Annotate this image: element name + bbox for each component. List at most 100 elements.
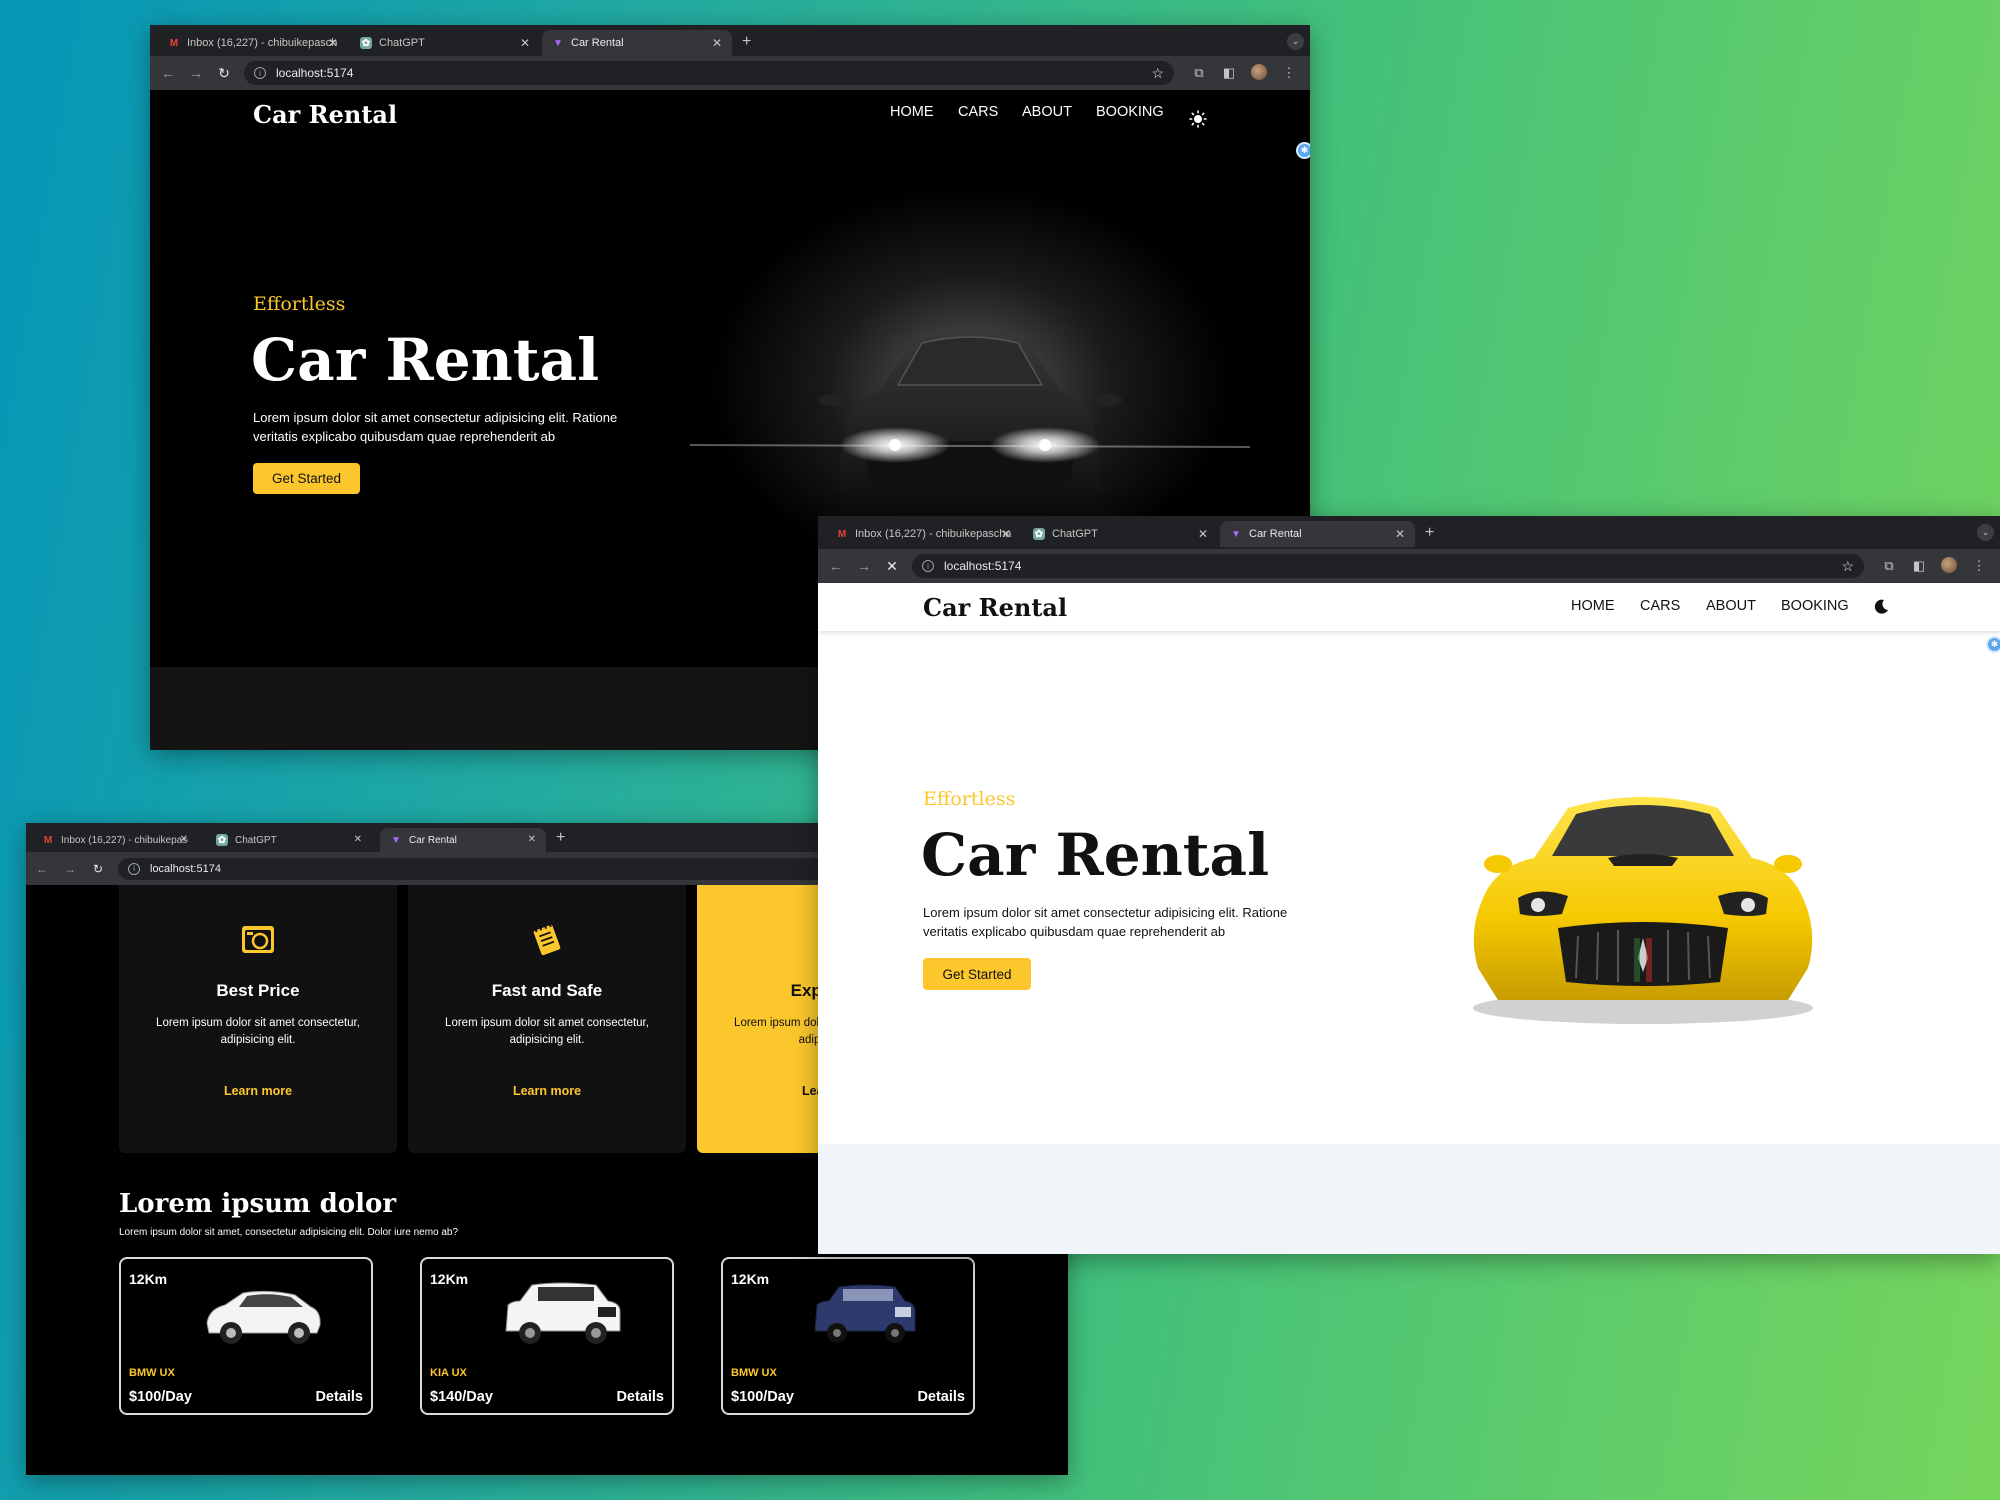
- gmail-icon: M: [837, 528, 847, 540]
- close-tab-icon[interactable]: ✕: [712, 36, 722, 50]
- white-suv-image: [206, 1290, 321, 1344]
- feature-title: Fast and Safe: [491, 981, 603, 1000]
- close-tab-icon[interactable]: ✕: [328, 36, 338, 50]
- hero-car-image: [1473, 797, 1813, 1024]
- get-started-button[interactable]: Get Started: [253, 463, 360, 494]
- learn-more-link[interactable]: Learn more: [408, 1084, 686, 1098]
- chevron-down-icon[interactable]: ⌄: [1287, 33, 1304, 50]
- stop-loading-icon[interactable]: ✕: [878, 558, 906, 575]
- learn-more-link[interactable]: Learn more: [119, 1084, 397, 1098]
- car-price: $100/Day: [731, 1389, 794, 1405]
- new-tab-icon[interactable]: +: [556, 829, 565, 847]
- site-header: Car Rental HOME CARS ABOUT BOOKING: [818, 583, 2000, 631]
- back-icon[interactable]: ←: [28, 862, 56, 876]
- nav-home[interactable]: HOME: [890, 104, 934, 120]
- close-tab-icon[interactable]: ✕: [354, 834, 362, 845]
- close-tab-icon[interactable]: ✕: [520, 36, 530, 50]
- car-card[interactable]: 12Km KIA UX $140/Day Details: [420, 1257, 674, 1415]
- moon-icon[interactable]: [1873, 599, 1889, 615]
- hero-kicker: Effortless: [923, 788, 1016, 810]
- extensions-icon[interactable]: ⧉: [1874, 558, 1904, 574]
- back-icon[interactable]: ←: [154, 65, 182, 81]
- floating-widget-icon[interactable]: ✱: [1296, 142, 1310, 159]
- forward-icon[interactable]: →: [56, 862, 84, 876]
- tab-inbox[interactable]: M Inbox (16,227) - chibuikepaschal ✕: [32, 828, 198, 852]
- close-tab-icon[interactable]: ✕: [180, 834, 188, 845]
- nav-about[interactable]: ABOUT: [1022, 104, 1072, 120]
- car-model: BMW UX: [731, 1367, 777, 1379]
- close-tab-icon[interactable]: ✕: [1198, 527, 1208, 541]
- address-bar[interactable]: i localhost:5174 ☆: [912, 554, 1864, 578]
- forward-icon[interactable]: →: [182, 65, 210, 81]
- nav-cars[interactable]: CARS: [1640, 598, 1680, 614]
- floating-widget-icon[interactable]: ✱: [1986, 636, 2000, 653]
- nav-cars[interactable]: CARS: [958, 104, 998, 120]
- chevron-down-icon[interactable]: ⌄: [1977, 524, 1994, 541]
- bookmark-star-icon[interactable]: ☆: [1841, 558, 1854, 575]
- close-tab-icon[interactable]: ✕: [1001, 527, 1011, 541]
- car-details-link[interactable]: Details: [917, 1389, 965, 1405]
- hero-title: Car Rental: [251, 326, 600, 394]
- car-card[interactable]: 12Km BMW UX $100/Day Details: [721, 1257, 975, 1415]
- back-icon[interactable]: ←: [822, 558, 850, 574]
- tab-strip: M Inbox (16,227) - chibuikepaschal ✕ ✿ C…: [150, 25, 1310, 56]
- reload-icon[interactable]: ↻: [210, 65, 238, 82]
- forward-icon[interactable]: →: [850, 558, 878, 574]
- car-card[interactable]: 12Km BMW UX $100/Day Details: [119, 1257, 373, 1415]
- feature-title: Best Price: [216, 981, 300, 1000]
- car-price: $100/Day: [129, 1389, 192, 1405]
- browser-toolbar: ← → ↻ i localhost:5174 ☆ ⧉ ◧ ⋮: [150, 56, 1310, 90]
- nav-booking[interactable]: BOOKING: [1096, 104, 1164, 120]
- new-tab-icon[interactable]: +: [1425, 524, 1434, 542]
- get-started-button[interactable]: Get Started: [923, 958, 1031, 990]
- light-lower-section: [818, 1144, 2000, 1254]
- vite-icon: ▼: [553, 37, 563, 49]
- profile-avatar[interactable]: [1934, 556, 1964, 576]
- site-logo[interactable]: Car Rental: [923, 593, 1067, 622]
- car-distance: 12Km: [731, 1271, 770, 1287]
- new-tab-icon[interactable]: +: [742, 33, 751, 51]
- gmail-icon: M: [43, 834, 53, 846]
- hero-title: Car Rental: [921, 821, 1270, 889]
- car-model: KIA UX: [430, 1367, 467, 1379]
- white-jeep-image: [505, 1282, 621, 1344]
- site-logo[interactable]: Car Rental: [253, 100, 397, 129]
- menu-kebab-icon[interactable]: ⋮: [1964, 558, 1994, 574]
- chatgpt-icon: ✿: [1033, 528, 1045, 540]
- close-tab-icon[interactable]: ✕: [528, 834, 536, 845]
- site-info-icon[interactable]: i: [254, 67, 266, 79]
- tab-chatgpt[interactable]: ✿ ChatGPT ✕: [350, 30, 540, 56]
- site-info-icon[interactable]: i: [922, 560, 934, 572]
- nav-home[interactable]: HOME: [1571, 598, 1615, 614]
- bookmark-star-icon[interactable]: ☆: [1151, 65, 1164, 82]
- page-content: Car Rental HOME CARS ABOUT BOOKING ✱ Eff…: [818, 583, 2000, 1254]
- car-details-link[interactable]: Details: [315, 1389, 363, 1405]
- close-tab-icon[interactable]: ✕: [1395, 527, 1405, 541]
- tab-inbox[interactable]: M Inbox (16,227) - chibuikepaschal ✕: [158, 30, 348, 56]
- tab-inbox[interactable]: M Inbox (16,227) - chibuikepaschal ✕: [826, 521, 1021, 547]
- tab-chatgpt[interactable]: ✿ ChatGPT ✕: [206, 828, 372, 852]
- car-price: $140/Day: [430, 1389, 493, 1405]
- side-panel-icon[interactable]: ◧: [1904, 558, 1934, 574]
- blue-suv-image: [814, 1284, 916, 1343]
- menu-kebab-icon[interactable]: ⋮: [1274, 65, 1304, 81]
- profile-avatar[interactable]: [1244, 63, 1274, 83]
- car-list: 12Km BMW UX $100/Day Details 12Km KIA UX…: [119, 1257, 1019, 1417]
- feature-card-best-price: Best Price Lorem ipsum dolor sit amet co…: [119, 885, 397, 1153]
- nav-about[interactable]: ABOUT: [1706, 598, 1756, 614]
- tab-car-rental[interactable]: ▼ Car Rental ✕: [1220, 521, 1415, 547]
- address-bar[interactable]: i localhost:5174 ☆: [244, 61, 1174, 85]
- chatgpt-icon: ✿: [216, 834, 228, 846]
- side-panel-icon[interactable]: ◧: [1214, 65, 1244, 81]
- vite-icon: ▼: [391, 834, 401, 846]
- site-info-icon[interactable]: i: [128, 862, 140, 875]
- reload-icon[interactable]: ↻: [84, 862, 112, 876]
- extensions-icon[interactable]: ⧉: [1184, 65, 1214, 81]
- tab-car-rental[interactable]: ▼ Car Rental ✕: [380, 828, 546, 852]
- nav-booking[interactable]: BOOKING: [1781, 598, 1849, 614]
- car-details-link[interactable]: Details: [616, 1389, 664, 1405]
- tab-car-rental[interactable]: ▼ Car Rental ✕: [542, 30, 732, 56]
- sun-icon[interactable]: [1189, 110, 1207, 128]
- feature-card-fast-safe: Fast and Safe Lorem ipsum dolor sit amet…: [408, 885, 686, 1153]
- tab-chatgpt[interactable]: ✿ ChatGPT ✕: [1023, 521, 1218, 547]
